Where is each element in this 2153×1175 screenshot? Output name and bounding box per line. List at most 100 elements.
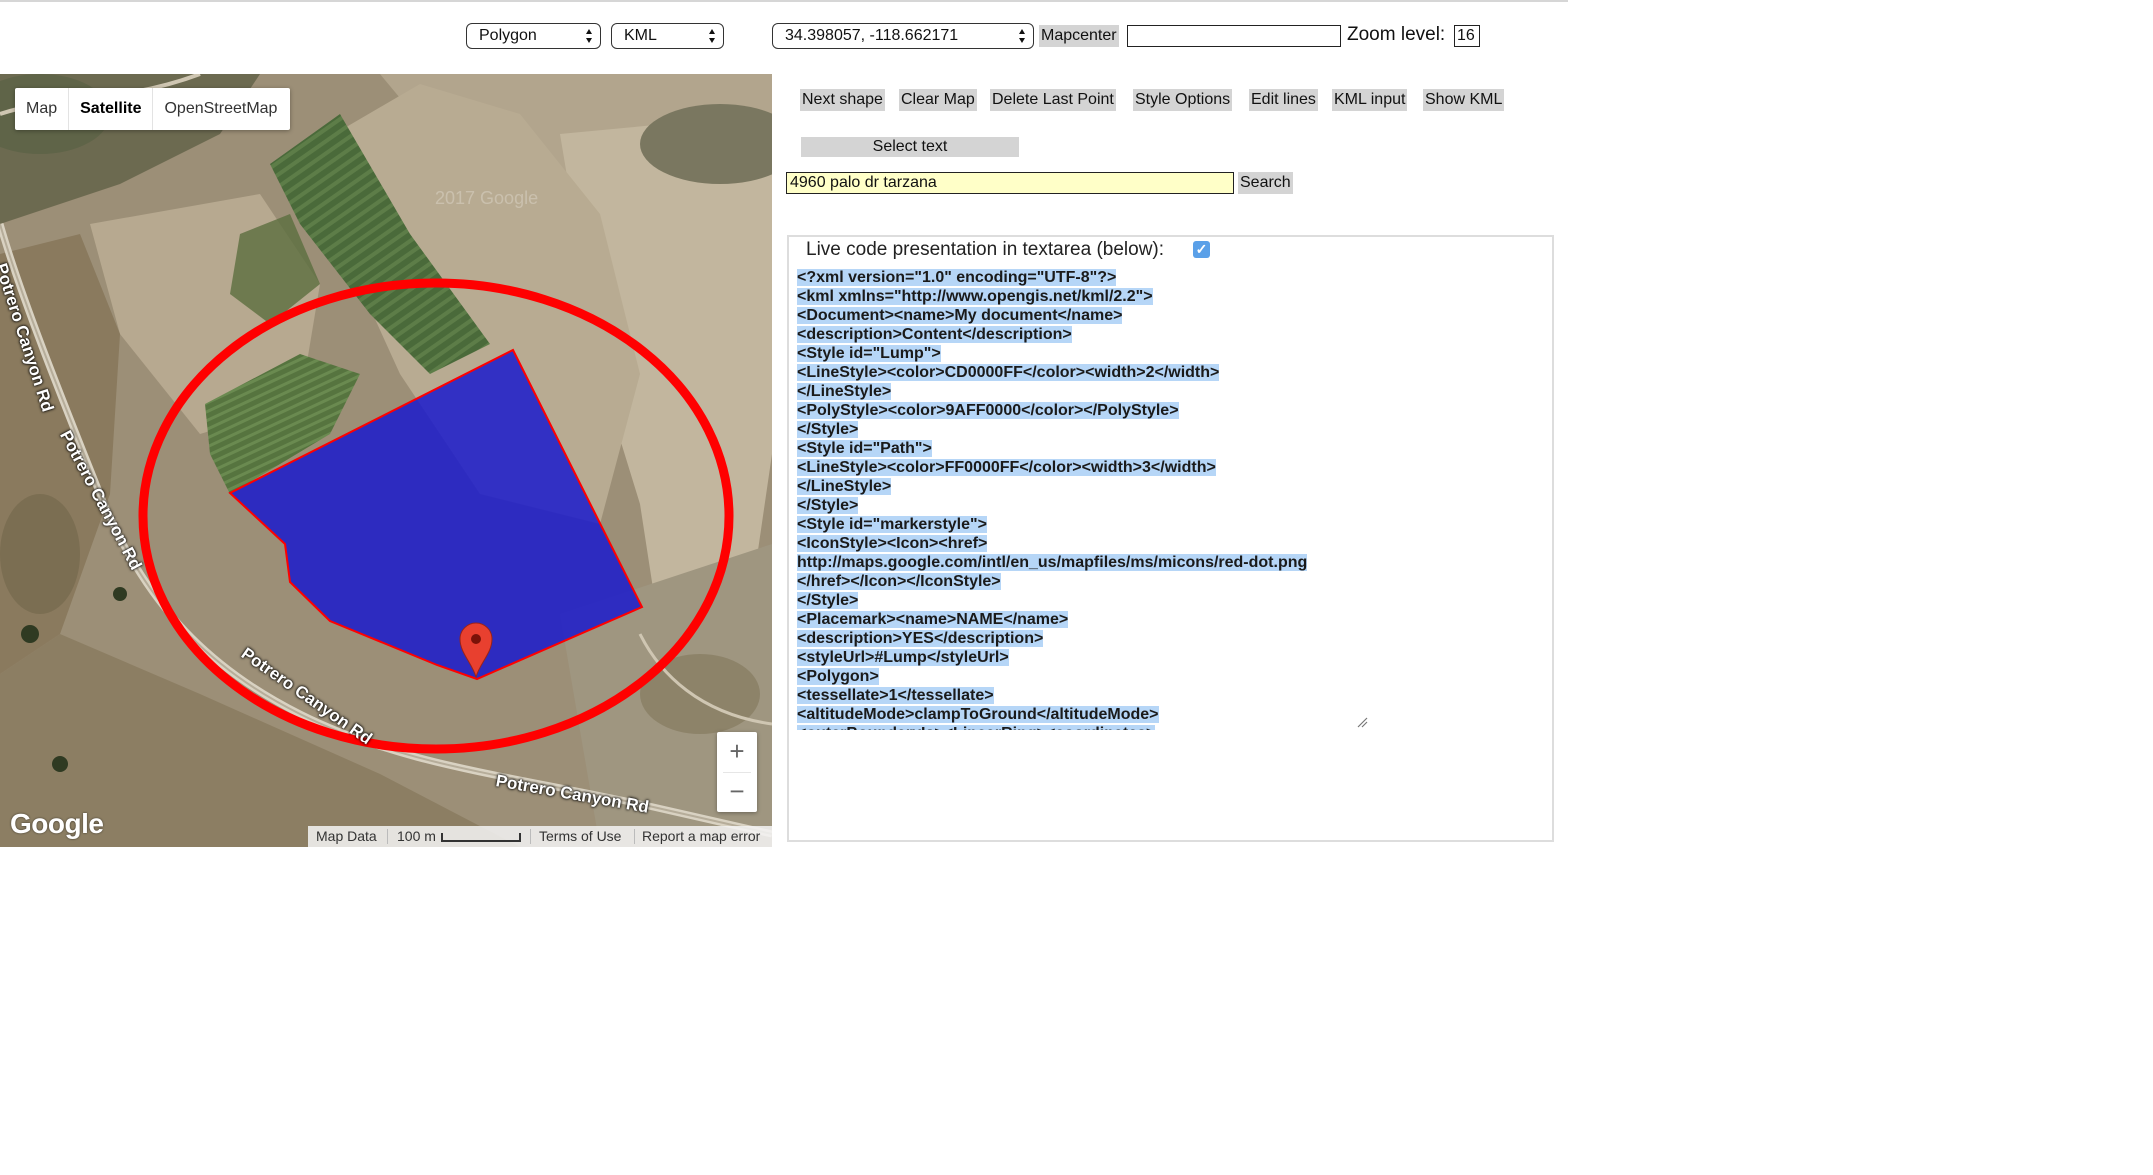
code-line: <Style id="markerstyle">: [797, 515, 1367, 534]
code-line: <Placemark><name>NAME</name>: [797, 610, 1367, 629]
code-line-text: <PolyStyle><color>9AFF0000</color></Poly…: [797, 402, 1179, 419]
scale-label[interactable]: 100 m: [397, 826, 436, 847]
code-line-text: <IconStyle><Icon><href>: [797, 535, 988, 552]
code-line: <description>YES</description>: [797, 629, 1367, 648]
footer-divider: [530, 829, 531, 844]
kml-code-textarea[interactable]: <?xml version="1.0" encoding="UTF-8"?> <k…: [797, 268, 1367, 730]
code-line-text: </href></Icon></IconStyle>: [797, 573, 1001, 590]
code-line: <LineStyle><color>CD0000FF</color><width…: [797, 363, 1367, 382]
code-line-text: <?xml version="1.0" encoding="UTF-8"?>: [797, 269, 1117, 286]
show-kml-button[interactable]: Show KML: [1423, 89, 1505, 111]
code-line: <styleUrl>#Lump</styleUrl>: [797, 648, 1367, 667]
live-code-label: Live code presentation in textarea (belo…: [806, 239, 1165, 260]
select-arrows-icon: [709, 29, 715, 43]
shape-select-value: Polygon: [479, 27, 537, 44]
zoom-out-button[interactable]: −: [717, 772, 757, 812]
map-footer: Map Data 100 m Terms of Use Report a map…: [308, 826, 772, 847]
coordinates-select[interactable]: 34.398057, -118.662171: [772, 23, 1034, 49]
zoom-in-button[interactable]: +: [717, 732, 757, 772]
code-line-text: <outerBoundaryIs><LinearRing><coordinate…: [797, 725, 1156, 730]
shape-select[interactable]: Polygon: [466, 23, 601, 49]
code-line: <Style id="Lump">: [797, 344, 1367, 363]
resize-grip-icon[interactable]: [1356, 716, 1368, 728]
code-line: <PolyStyle><color>9AFF0000</color></Poly…: [797, 401, 1367, 420]
zoom-control: + −: [717, 732, 757, 812]
code-line-text: <Placemark><name>NAME</name>: [797, 611, 1069, 628]
zoom-level-label: Zoom level:: [1347, 24, 1446, 45]
code-line: <description>Content</description>: [797, 325, 1367, 344]
live-code-checkbox[interactable]: ✓: [1193, 241, 1210, 258]
code-line-text: </Style>: [797, 592, 859, 609]
code-line-text: <styleUrl>#Lump</styleUrl>: [797, 649, 1009, 666]
format-select-value: KML: [624, 27, 657, 44]
style-options-button[interactable]: Style Options: [1133, 89, 1233, 111]
code-line-text: <Style id="Path">: [797, 440, 932, 457]
code-line: <tessellate>1</tessellate>: [797, 686, 1367, 705]
google-logo: Google: [10, 808, 104, 839]
top-border: [0, 0, 1568, 2]
code-line-text: <description>Content</description>: [797, 326, 1072, 343]
code-line: </Style>: [797, 496, 1367, 515]
terms-link[interactable]: Terms of Use: [539, 826, 621, 847]
select-arrows-icon: [1019, 29, 1025, 43]
code-line-text: <LineStyle><color>CD0000FF</color><width…: [797, 364, 1220, 381]
next-shape-button[interactable]: Next shape: [800, 89, 885, 111]
code-line: http://maps.google.com/intl/en_us/mapfil…: [797, 553, 1367, 572]
code-line: <kml xmlns="http://www.opengis.net/kml/2…: [797, 287, 1367, 306]
code-line: <Document><name>My document</name>: [797, 306, 1367, 325]
code-line-text: </LineStyle>: [797, 478, 892, 495]
code-line: <Polygon>: [797, 667, 1367, 686]
code-line: <IconStyle><Icon><href>: [797, 534, 1367, 553]
code-line: </href></Icon></IconStyle>: [797, 572, 1367, 591]
footer-divider: [387, 829, 388, 844]
map-type-openstreetmap[interactable]: OpenStreetMap: [153, 88, 290, 130]
footer-divider: [634, 829, 635, 844]
code-line-text: http://maps.google.com/intl/en_us/mapfil…: [797, 554, 1308, 571]
code-line: <altitudeMode>clampToGround</altitudeMod…: [797, 705, 1367, 724]
kml-input-button[interactable]: KML input: [1332, 89, 1408, 111]
zoom-level-input[interactable]: 16: [1454, 25, 1480, 47]
map-type-map[interactable]: Map: [15, 88, 70, 130]
address-search-input[interactable]: 4960 palo dr tarzana: [786, 172, 1234, 194]
marker-dot: [471, 634, 481, 644]
code-line: </LineStyle>: [797, 382, 1367, 401]
code-line: </Style>: [797, 420, 1367, 439]
mapcenter-input[interactable]: [1127, 25, 1341, 47]
code-line: <Style id="Path">: [797, 439, 1367, 458]
code-line: <?xml version="1.0" encoding="UTF-8"?>: [797, 268, 1367, 287]
mapcenter-button[interactable]: Mapcenter: [1039, 25, 1119, 47]
map-watermark: 2017 Google: [435, 188, 538, 208]
map-canvas[interactable]: 2017 Google Potrero Canyon Rd Potrero Ca…: [0, 74, 772, 847]
zoom-divider: [723, 772, 751, 773]
code-line-text: </Style>: [797, 497, 859, 514]
code-line: </Style>: [797, 591, 1367, 610]
code-line-text: <Style id="Lump">: [797, 345, 941, 362]
satellite-imagery: 2017 Google: [0, 74, 772, 847]
search-button[interactable]: Search: [1238, 172, 1293, 194]
select-arrows-icon: [586, 29, 592, 43]
report-error-link[interactable]: Report a map error: [642, 826, 760, 847]
code-line-text: <description>YES</description>: [797, 630, 1044, 647]
clear-map-button[interactable]: Clear Map: [899, 89, 977, 111]
select-text-button[interactable]: Select text: [801, 137, 1019, 157]
map-type-satellite[interactable]: Satellite: [69, 88, 154, 130]
code-line-text: <Polygon>: [797, 668, 879, 685]
code-line-text: <tessellate>1</tessellate>: [797, 687, 994, 704]
code-line-text: </LineStyle>: [797, 383, 892, 400]
code-line-text: <Style id="markerstyle">: [797, 516, 987, 533]
scale-bar-icon: [441, 833, 521, 842]
map-data-link[interactable]: Map Data: [316, 826, 377, 847]
code-line-text: </Style>: [797, 421, 859, 438]
format-select[interactable]: KML: [611, 23, 724, 49]
coordinates-select-value: 34.398057, -118.662171: [785, 27, 959, 44]
code-line: <LineStyle><color>FF0000FF</color><width…: [797, 458, 1367, 477]
code-line: <outerBoundaryIs><LinearRing><coordinate…: [797, 724, 1367, 730]
code-line-text: <altitudeMode>clampToGround</altitudeMod…: [797, 706, 1159, 723]
code-line-text: <LineStyle><color>FF0000FF</color><width…: [797, 459, 1216, 476]
code-line: </LineStyle>: [797, 477, 1367, 496]
code-line-text: <kml xmlns="http://www.opengis.net/kml/2…: [797, 288, 1153, 305]
map-type-control: Map Satellite OpenStreetMap: [15, 88, 291, 130]
edit-lines-button[interactable]: Edit lines: [1249, 89, 1318, 111]
delete-last-point-button[interactable]: Delete Last Point: [990, 89, 1116, 111]
code-line-text: <Document><name>My document</name>: [797, 307, 1123, 324]
